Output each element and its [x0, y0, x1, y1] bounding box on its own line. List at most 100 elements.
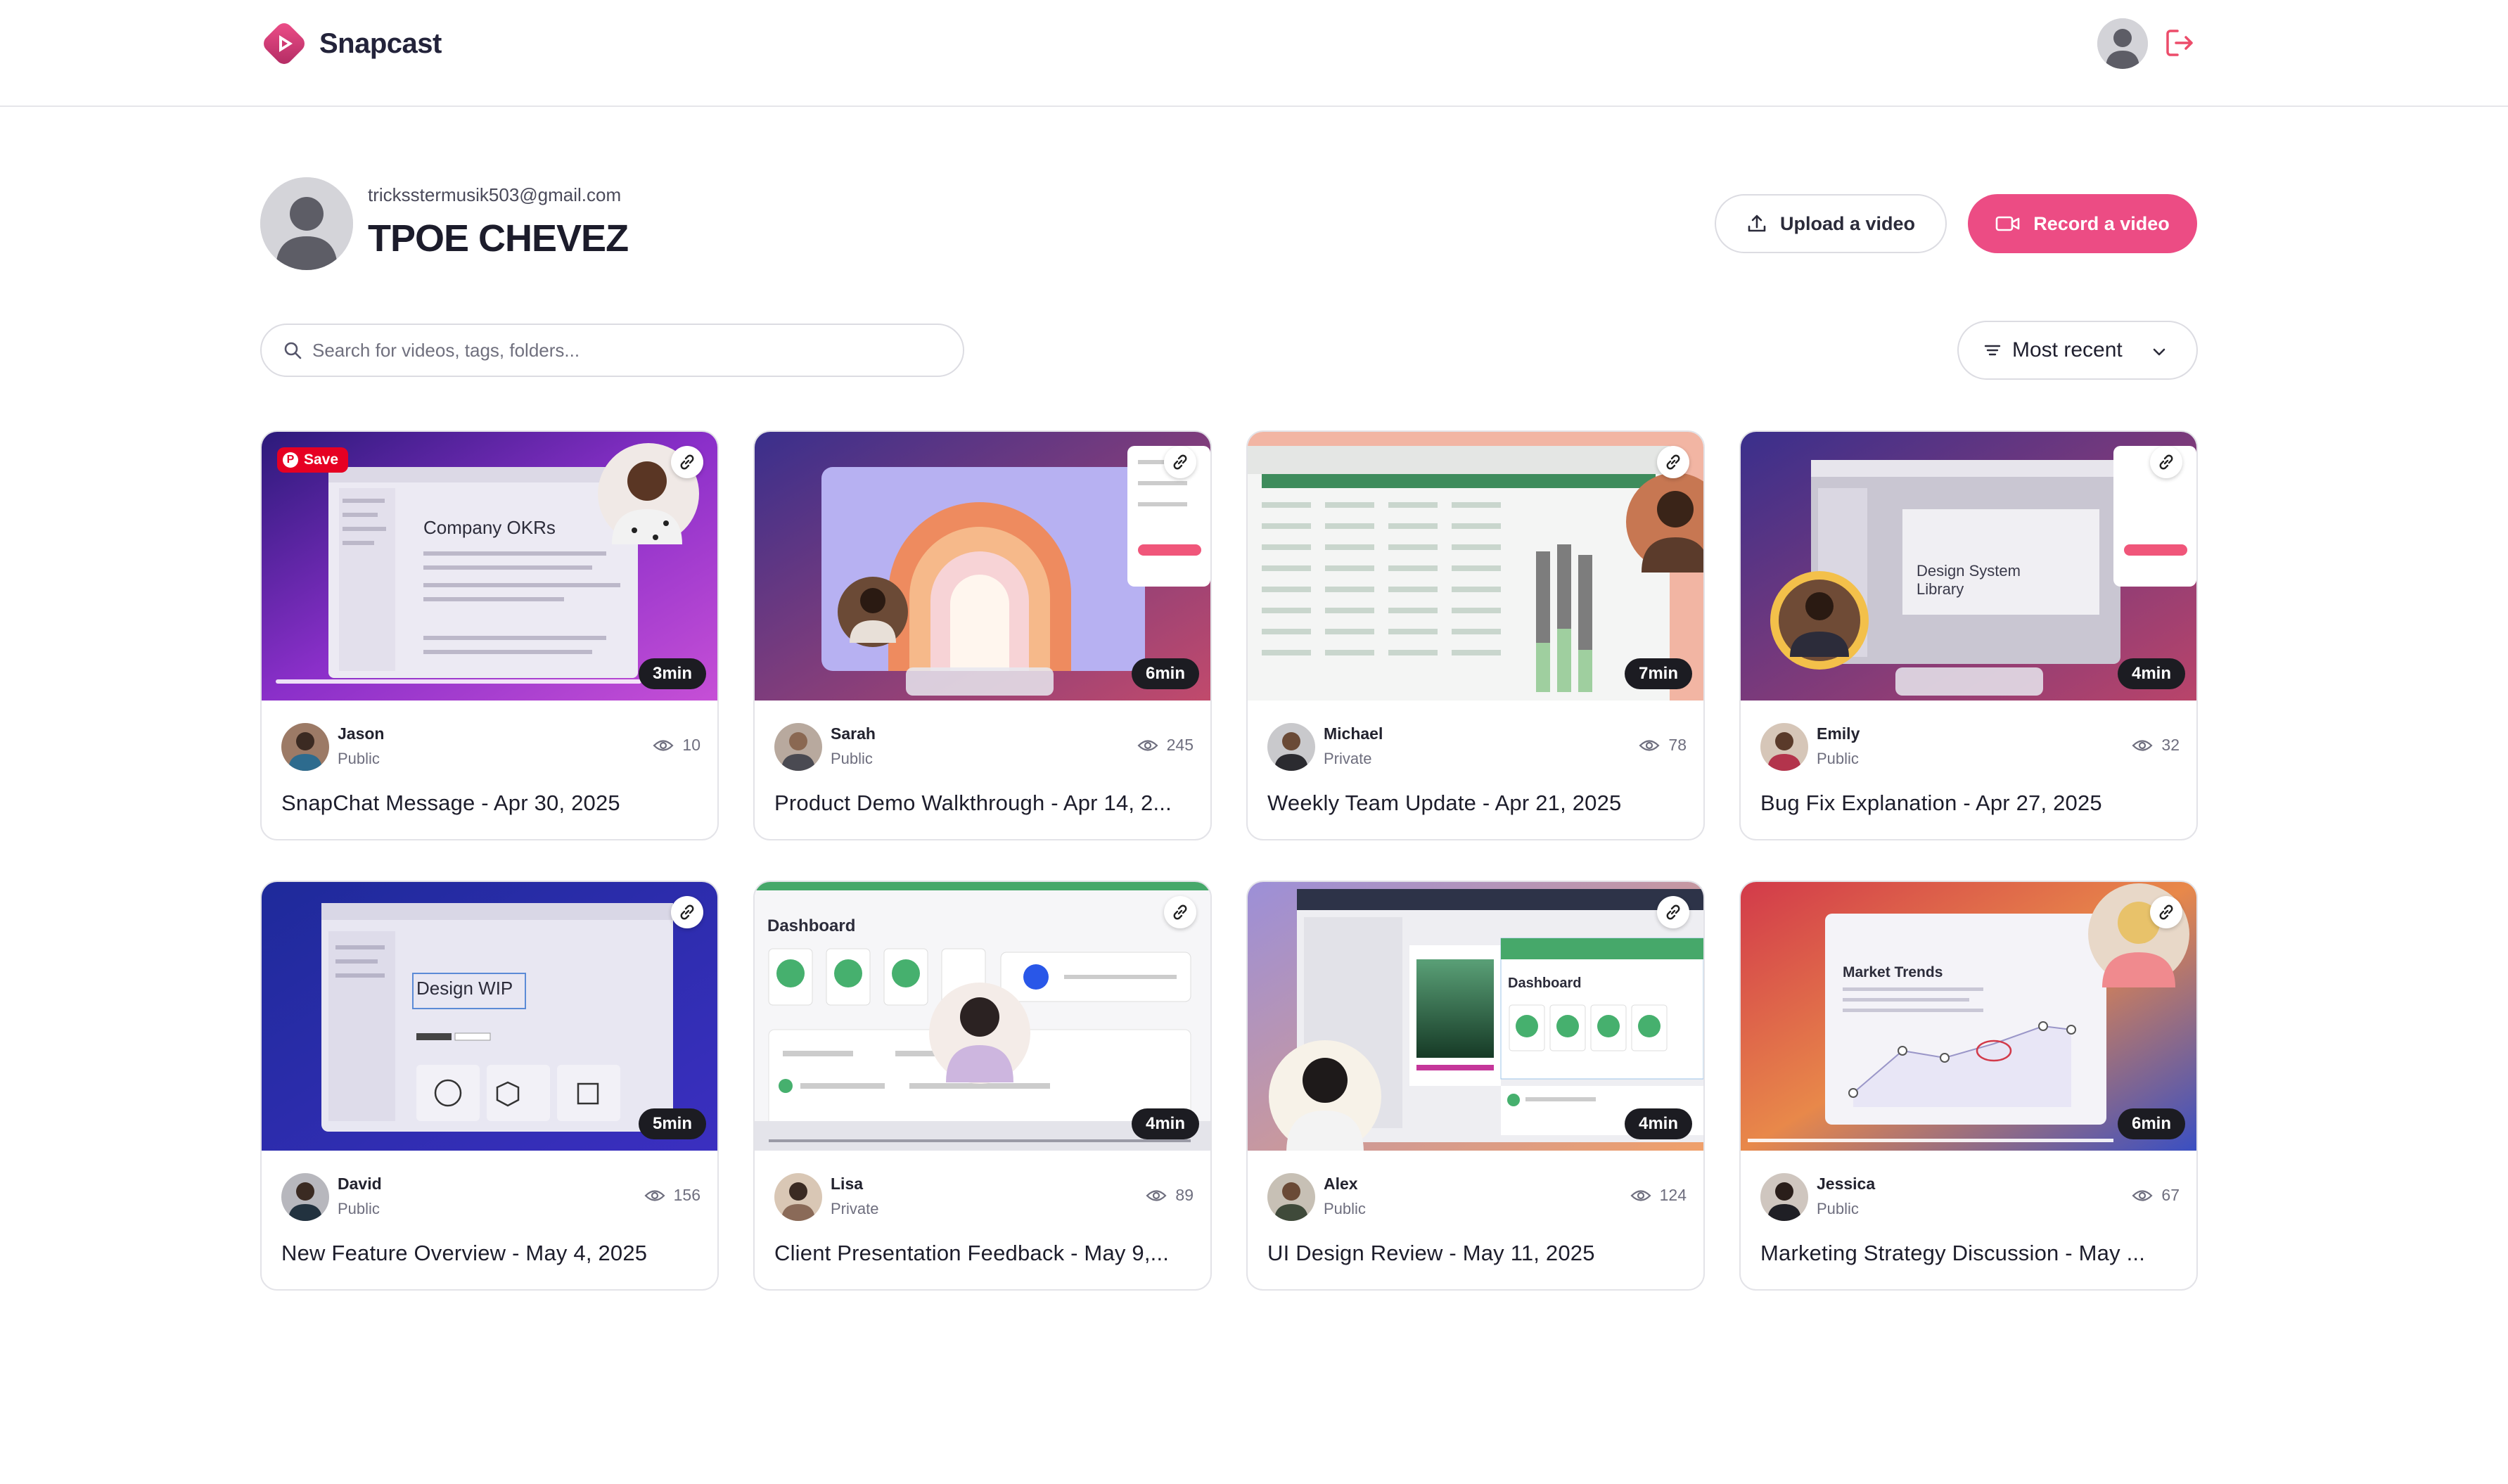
top-navbar: Snapcast: [0, 0, 2508, 107]
svg-text:Market Trends: Market Trends: [1843, 964, 1943, 980]
author-name: David: [338, 1175, 382, 1193]
copy-link-button[interactable]: [1164, 446, 1196, 478]
visibility-status: Public: [338, 1200, 380, 1217]
video-thumbnail[interactable]: Company OKRs P Save 3min: [262, 432, 717, 701]
search-input[interactable]: [312, 339, 931, 362]
eye-icon: [1137, 739, 1158, 751]
thumb-text: Design WIP: [416, 978, 513, 999]
svg-text:Company OKRs: Company OKRs: [423, 517, 556, 538]
video-card[interactable]: Design WIP 5min David Public 156 New Fea…: [260, 881, 719, 1291]
video-title[interactable]: New Feature Overview - May 4, 2025: [281, 1241, 700, 1266]
video-title[interactable]: SnapChat Message - Apr 30, 2025: [281, 791, 700, 816]
video-card[interactable]: Design System Library 4min Emily Public 3…: [1739, 430, 2198, 840]
visibility-status: Private: [1324, 750, 1372, 767]
link-icon: [1173, 454, 1187, 470]
video-title[interactable]: Weekly Team Update - Apr 21, 2025: [1267, 791, 1687, 816]
duration-badge: 4min: [1131, 1108, 1199, 1139]
video-card[interactable]: Dashboard 4min Alex Public 124 UI Design…: [1246, 881, 1705, 1291]
video-thumbnail[interactable]: 7min: [1248, 432, 1703, 701]
author-name: Jessica: [1817, 1175, 1876, 1193]
video-card[interactable]: Dashboard 4min Lisa Private 89 Client Pr…: [753, 881, 1212, 1291]
author-name: Emily: [1817, 724, 1860, 743]
author-name: Sarah: [831, 724, 876, 743]
video-thumbnail[interactable]: Dashboard 4min: [1248, 882, 1703, 1151]
visibility-status: Private: [831, 1200, 879, 1217]
copy-link-button[interactable]: [1164, 896, 1196, 928]
pinterest-save-button[interactable]: P Save: [277, 447, 349, 473]
link-icon: [1666, 904, 1680, 920]
view-count-value: 78: [1668, 736, 1687, 754]
copy-link-button[interactable]: [671, 446, 703, 478]
thumb-text: Dashboard: [767, 916, 855, 935]
record-video-label: Record a video: [2033, 212, 2170, 234]
video-meta: Alex Public 124: [1267, 1170, 1687, 1224]
video-thumbnail[interactable]: Design System Library 4min: [1741, 432, 2196, 701]
video-thumbnail[interactable]: Design WIP 5min: [262, 882, 717, 1151]
link-icon: [2159, 904, 2173, 920]
link-icon: [2159, 454, 2173, 470]
view-count: 32: [2132, 736, 2180, 755]
copy-link-button[interactable]: [2150, 446, 2182, 478]
view-count: 10: [653, 736, 700, 755]
search-icon: [284, 342, 302, 359]
author-avatar: [281, 723, 329, 771]
video-thumbnail[interactable]: Dashboard 4min: [755, 882, 1210, 1151]
duration-badge: 4min: [1624, 1108, 1692, 1139]
video-card[interactable]: 7min Michael Private 78 Weekly Team Upda…: [1246, 430, 1705, 840]
video-meta: Jessica Public 67: [1760, 1170, 2180, 1224]
view-count: 78: [1639, 736, 1687, 755]
video-camera-icon: [1995, 216, 2020, 231]
video-meta: Jason Public 10: [281, 720, 700, 774]
chevron-down-icon: [2153, 348, 2165, 356]
user-avatar-button[interactable]: [2097, 18, 2148, 69]
brand-link[interactable]: Snapcast: [260, 17, 442, 70]
author-name: Michael: [1324, 724, 1383, 743]
eye-icon: [2132, 1189, 2153, 1201]
video-thumbnail[interactable]: 6min: [755, 432, 1210, 701]
sort-dropdown[interactable]: Most recent: [1957, 321, 2198, 380]
sort-label: Most recent: [2012, 338, 2123, 362]
author-avatar: [1267, 723, 1315, 771]
record-video-button[interactable]: Record a video: [1968, 194, 2197, 253]
duration-badge: 3min: [638, 658, 706, 689]
visibility-status: Public: [1817, 750, 1859, 767]
video-title[interactable]: UI Design Review - May 11, 2025: [1267, 1241, 1687, 1266]
author-name: Alex: [1324, 1175, 1358, 1193]
duration-badge: 5min: [638, 1108, 706, 1139]
eye-icon: [653, 739, 674, 751]
video-card[interactable]: Market Trends 6min Jessica Public 67 Mar…: [1739, 881, 2198, 1291]
video-card[interactable]: 6min Sarah Public 245 Product Demo Walkt…: [753, 430, 1212, 840]
eye-icon: [1630, 1189, 1651, 1201]
link-icon: [1666, 454, 1680, 470]
upload-video-button[interactable]: Upload a video: [1715, 194, 1947, 253]
video-thumbnail[interactable]: Market Trends 6min: [1741, 882, 2196, 1151]
copy-link-button[interactable]: [1657, 896, 1689, 928]
view-count: 124: [1630, 1186, 1687, 1205]
video-card[interactable]: Company OKRs P Save 3min Jason Public 10…: [260, 430, 719, 840]
video-title[interactable]: Marketing Strategy Discussion - May ...: [1760, 1241, 2180, 1266]
search-bar: [260, 324, 964, 377]
filter-lines-icon: [1984, 345, 2001, 356]
copy-link-button[interactable]: [2150, 896, 2182, 928]
author-avatar: [1267, 1173, 1315, 1221]
view-count-value: 124: [1659, 1186, 1687, 1204]
visibility-status: Public: [338, 750, 380, 767]
video-title[interactable]: Bug Fix Explanation - Apr 27, 2025: [1760, 791, 2180, 816]
video-title[interactable]: Product Demo Walkthrough - Apr 14, 2...: [774, 791, 1194, 816]
snapcast-logo-icon: [264, 23, 305, 64]
video-meta: Sarah Public 245: [774, 720, 1194, 774]
view-count: 89: [1146, 1186, 1194, 1205]
link-icon: [680, 454, 694, 470]
copy-link-button[interactable]: [671, 896, 703, 928]
copy-link-button[interactable]: [1657, 446, 1689, 478]
upload-icon: [1748, 215, 1766, 232]
view-count: 67: [2132, 1186, 2180, 1205]
view-count: 245: [1137, 736, 1194, 755]
duration-badge: 6min: [1131, 658, 1199, 689]
author-avatar: [281, 1173, 329, 1221]
profile-avatar: [260, 177, 353, 270]
author-avatar: [1760, 1173, 1808, 1221]
logout-icon[interactable]: [2163, 27, 2196, 59]
video-title[interactable]: Client Presentation Feedback - May 9,...: [774, 1241, 1194, 1266]
video-meta: Lisa Private 89: [774, 1170, 1194, 1224]
